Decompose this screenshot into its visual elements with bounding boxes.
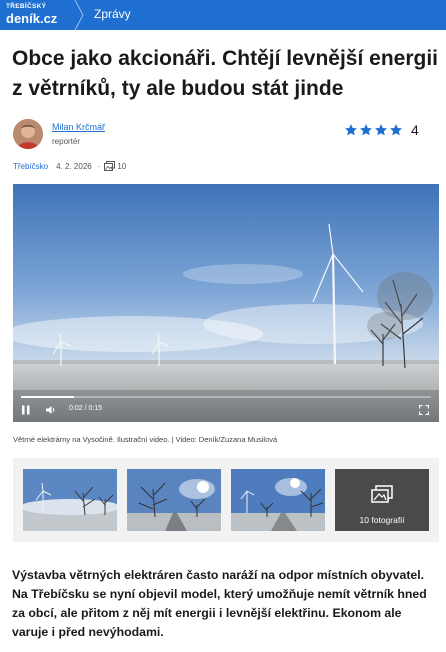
video-progress-track[interactable] [21,396,431,398]
author-role: reportér [52,137,81,146]
video-progress-fill [21,396,75,398]
video-time: 0:02 / 0:15 [69,405,103,412]
photos-icon [371,485,393,503]
photo-gallery: 10 fotografií [13,458,439,542]
star-filled-icon [360,124,372,136]
meta-separator: · [97,161,101,171]
video-duration: 0:15 [88,405,103,412]
gallery-more-button[interactable]: 10 fotografií [335,469,429,531]
publish-date: 4. 2. 2026 [56,161,92,171]
article-perex: Výstavba větrných elektráren často naráž… [12,568,427,639]
region-tag-link[interactable]: Třebíčsko [13,162,48,171]
breadcrumb-chevron-icon [74,0,84,30]
gallery-more-label: 10 fotografií [359,515,405,525]
photos-icon [104,161,116,171]
gallery-thumbnail[interactable] [23,469,117,531]
video-player[interactable]: 0:02 / 0:15 [13,184,439,422]
photo-count-value: 10 [117,161,127,171]
rating-value: 4 [411,122,419,138]
nav-link-zpravy[interactable]: Zprávy [94,7,131,21]
video-controls: 0:02 / 0:15 [13,394,439,422]
author-name-link[interactable]: Milan Krčmář [52,122,105,132]
site-logo[interactable]: TŘEBÍČSKÝ deník.cz [6,3,70,26]
star-filled-icon [345,124,357,136]
author-avatar[interactable] [13,119,43,149]
gallery-thumbnail[interactable] [127,469,221,531]
video-caption: Větrné elektrárny na Vysočině. Ilustračn… [13,435,278,444]
logo-region-text: TŘEBÍČSKÝ [6,3,47,10]
video-frame-turbines [13,184,439,422]
gallery-thumbnail[interactable] [231,469,325,531]
photo-count[interactable]: 10 [104,161,126,171]
star-filled-icon [390,124,402,136]
article-title: Obce jako akcionáři. Chtějí levnější ene… [12,47,438,100]
article-rating[interactable]: 4 [344,122,419,138]
volume-icon[interactable] [45,405,57,415]
article-meta: Třebíčsko 4. 2. 2026 · 10 [13,160,126,172]
site-header: TŘEBÍČSKÝ deník.cz Zprávy [0,0,446,30]
fullscreen-icon[interactable] [419,405,429,415]
video-current-time: 0:02 [69,405,83,412]
play-icon[interactable] [21,405,31,415]
logo-brand-text: deník.cz [6,10,58,26]
star-filled-icon [375,124,387,136]
